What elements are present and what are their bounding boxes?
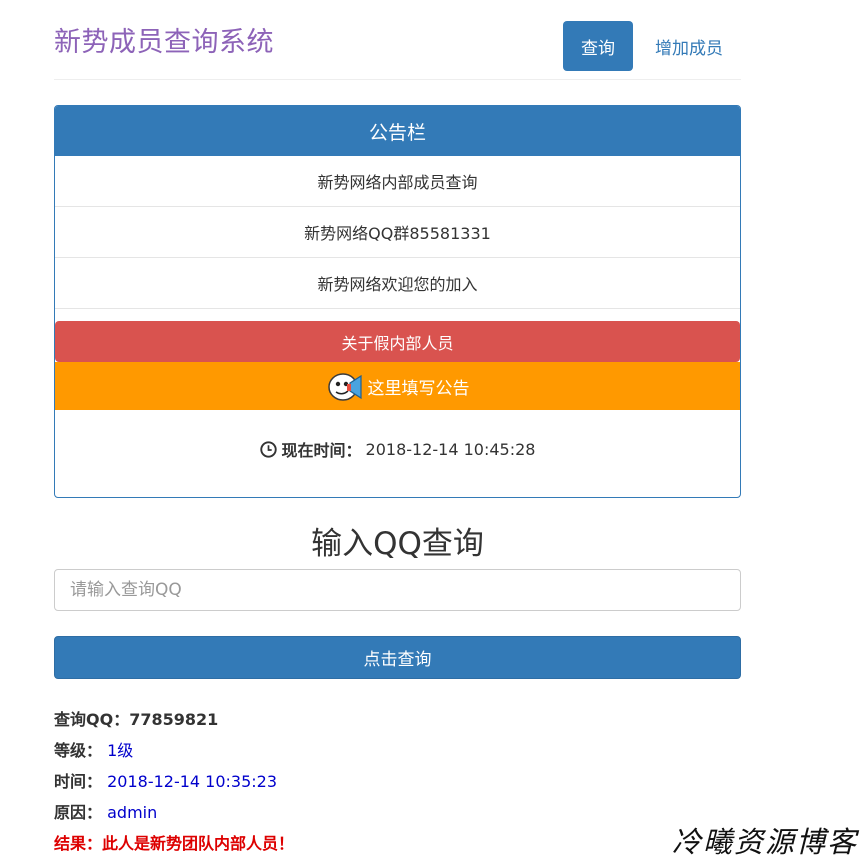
result-reason-value: admin [107, 803, 158, 822]
query-title: 输入QQ查询 [311, 526, 484, 562]
fake-member-button[interactable]: 关于假内部人员 [55, 321, 740, 362]
qq-search-input[interactable] [54, 569, 741, 611]
megaphone-mascot-icon [327, 373, 362, 401]
notice-panel: 公告栏 新势网络内部成员查询 新势网络QQ群85581331 新势网络欢迎您的加… [54, 105, 741, 498]
result-time-value: 2018-12-14 10:35:23 [107, 772, 278, 791]
result-level-label: 等级： [54, 741, 103, 760]
notice-item: 新势网络内部成员查询 [55, 156, 740, 207]
result-level-value: 1级 [107, 741, 134, 760]
current-time-row: 现在时间： 2018-12-14 10:45:28 [55, 410, 740, 488]
result-time-label: 时间： [54, 772, 103, 791]
submit-query-button[interactable]: 点击查询 [54, 636, 741, 679]
query-result: 查询QQ：77859821 等级： 1级 时间： 2018-12-14 10:3… [54, 704, 654, 859]
result-final-text: 结果：此人是新势团队内部人员！ [54, 834, 295, 853]
clock-icon [259, 440, 277, 458]
result-qq-label: 查询QQ： [54, 710, 130, 729]
nav-query-button[interactable]: 查询 [563, 21, 633, 71]
notice-panel-heading: 公告栏 [55, 106, 740, 156]
result-time-row: 时间： 2018-12-14 10:35:23 [54, 766, 654, 797]
announcement-text: 这里填写公告 [367, 378, 470, 399]
notice-item: 新势网络欢迎您的加入 [55, 258, 740, 309]
current-time-label: 现在时间： [281, 441, 362, 460]
blog-watermark: 冷曦资源博客 [671, 825, 858, 859]
announcement-bar: 这里填写公告 [55, 362, 740, 410]
top-nav: 查询 增加成员 [563, 21, 741, 71]
result-reason-label: 原因： [54, 803, 103, 822]
result-qq-row: 查询QQ：77859821 [54, 704, 654, 735]
notice-item: 新势网络QQ群85581331 [55, 207, 740, 258]
site-title: 新势成员查询系统 [54, 27, 274, 58]
current-time-value: 2018-12-14 10:45:28 [365, 439, 536, 459]
result-reason-row: 原因： admin [54, 797, 654, 828]
result-level-row: 等级： 1级 [54, 735, 654, 766]
nav-add-member-link[interactable]: 增加成员 [637, 21, 741, 71]
result-qq-value: 77859821 [129, 710, 219, 729]
page-header: 新势成员查询系统 查询 增加成员 [54, 0, 741, 80]
